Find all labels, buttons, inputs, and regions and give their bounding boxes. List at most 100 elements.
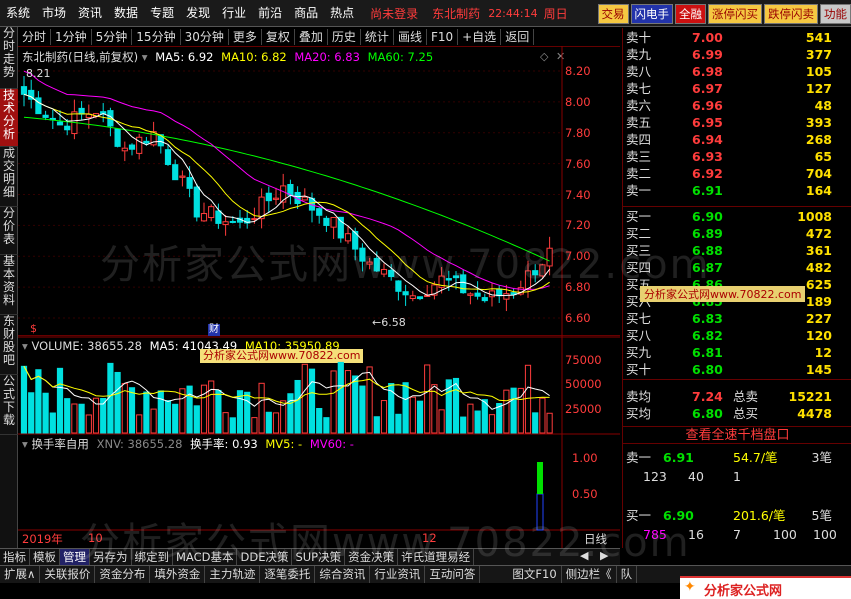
order-qty: 16 bbox=[688, 527, 704, 542]
dividend-marker[interactable]: $ bbox=[30, 322, 37, 335]
level-volume: 625 bbox=[805, 277, 832, 292]
status-expand[interactable]: 扩展∧ bbox=[0, 566, 41, 583]
sell-row[interactable]: 卖三 6.93 65 bbox=[623, 148, 851, 165]
period-label[interactable]: 日线 bbox=[584, 531, 607, 547]
status-industry-news[interactable]: 行业资讯 bbox=[370, 566, 426, 583]
level-label: 卖八 bbox=[626, 64, 652, 79]
buy-row[interactable]: 买九 6.81 12 bbox=[623, 344, 851, 361]
buy1-detail-row[interactable]: 买一 6.90 201.6/笔 5笔 bbox=[623, 507, 851, 524]
tab-template[interactable]: 模板 bbox=[30, 549, 60, 565]
sell-row[interactable]: 卖十 7.00 541 bbox=[623, 29, 851, 46]
volume-bar bbox=[215, 389, 222, 434]
status-foreign-fund[interactable]: 填外资金 bbox=[150, 566, 206, 583]
sell-row[interactable]: 卖六 6.96 48 bbox=[623, 97, 851, 114]
candle bbox=[546, 247, 553, 267]
volume-bar bbox=[244, 391, 251, 434]
status-news[interactable]: 综合资讯 bbox=[315, 566, 371, 583]
level-price: 6.93 bbox=[692, 149, 723, 164]
turnover-bar-fill bbox=[537, 462, 543, 494]
order-qty: 7 bbox=[733, 527, 741, 542]
tab-xu[interactable]: 许氏道理易经 bbox=[398, 549, 475, 565]
query-full-depth-button[interactable]: 查看全速千档盘口 bbox=[623, 426, 851, 444]
buy-row[interactable]: 买三 6.88 361 bbox=[623, 242, 851, 259]
tab-fund[interactable]: 资金决策 bbox=[345, 549, 399, 565]
buy-row[interactable]: 买四 6.87 482 bbox=[623, 259, 851, 276]
level-price: 6.90 bbox=[692, 209, 723, 224]
status-f10[interactable]: 图文F10 bbox=[508, 566, 562, 583]
volume-bar bbox=[179, 388, 186, 434]
status-qa[interactable]: 互动问答 bbox=[425, 566, 481, 583]
volume-bar bbox=[64, 398, 71, 434]
status-queue[interactable]: 队 bbox=[617, 566, 638, 583]
tab-dde[interactable]: DDE决策 bbox=[237, 549, 293, 565]
buy-row[interactable]: 买五 6.86 625 bbox=[623, 276, 851, 293]
sell-row[interactable]: 卖一 6.91 164 bbox=[623, 182, 851, 199]
buy1-orders: 785 16 7 100 100 bbox=[623, 526, 851, 543]
candle bbox=[532, 270, 539, 276]
level-price: 6.87 bbox=[692, 260, 723, 275]
tab-manage[interactable]: 管理 bbox=[60, 549, 90, 565]
total-value: 15221 bbox=[788, 389, 833, 404]
detail-vol: 201.6/笔 bbox=[733, 508, 786, 523]
buy-row[interactable]: 买十 6.80 145 bbox=[623, 361, 851, 378]
month-label-10: 10 bbox=[88, 531, 103, 545]
volume-bar bbox=[416, 400, 424, 434]
tab-macd[interactable]: MACD基本 bbox=[173, 549, 238, 565]
status-sidebar[interactable]: 侧边栏《 bbox=[562, 566, 617, 583]
level-price: 6.85 bbox=[692, 294, 723, 309]
volume-bar bbox=[301, 363, 308, 434]
volume-bar bbox=[344, 370, 352, 434]
volume-bar bbox=[481, 399, 488, 434]
candle bbox=[452, 275, 460, 279]
volume-bar bbox=[251, 417, 258, 434]
sell-row[interactable]: 卖二 6.92 704 bbox=[623, 165, 851, 182]
candle bbox=[186, 177, 193, 189]
candle bbox=[215, 210, 222, 224]
candle bbox=[208, 206, 215, 219]
volume-bar bbox=[56, 367, 64, 434]
buy-row[interactable]: 买六 6.85 189 bbox=[623, 293, 851, 310]
level-label: 卖一 bbox=[626, 183, 652, 198]
buy-row[interactable]: 买八 6.82 120 bbox=[623, 327, 851, 344]
status-order-detail[interactable]: 逐笔委托 bbox=[260, 566, 316, 583]
site-logo: 分析家公式网 www.70822.com ✦ bbox=[680, 576, 851, 599]
sell1-detail-row[interactable]: 卖一 6.91 54.7/笔 3笔 bbox=[623, 449, 851, 466]
sell-row[interactable]: 卖四 6.94 268 bbox=[623, 131, 851, 148]
avg-price: 6.80 bbox=[692, 406, 723, 421]
level-volume: 377 bbox=[805, 47, 832, 62]
finance-marker[interactable]: 财 bbox=[208, 324, 220, 336]
tab-indicator[interactable]: 指标 bbox=[0, 549, 30, 565]
avg-avg_buy-row: 买均 6.80 总买 4478 bbox=[623, 405, 851, 422]
tab-bind[interactable]: 绑定到 bbox=[132, 549, 173, 565]
candle bbox=[539, 264, 546, 277]
volume-bar bbox=[28, 392, 35, 434]
volume-bar bbox=[503, 389, 510, 434]
level-label: 买八 bbox=[626, 328, 652, 343]
sell-row[interactable]: 卖五 6.95 393 bbox=[623, 114, 851, 131]
status-main-track[interactable]: 主力轨迹 bbox=[205, 566, 261, 583]
scroll-right-icon[interactable]: ▶ bbox=[600, 549, 608, 562]
candle bbox=[121, 147, 128, 152]
candle bbox=[524, 270, 532, 290]
level-price: 6.89 bbox=[692, 226, 723, 241]
buy-row[interactable]: 买七 6.83 227 bbox=[623, 310, 851, 327]
tab-sup[interactable]: SUP决策 bbox=[292, 549, 346, 565]
buy-row[interactable]: 买一 6.90 1008 bbox=[623, 208, 851, 225]
level-label: 买七 bbox=[626, 311, 652, 326]
volume-bar bbox=[272, 412, 280, 434]
orderbook-panel: 卖十 7.00 541 卖九 6.99 377 卖八 6.98 105 卖七 6.97 127 卖六 6.… bbox=[622, 28, 851, 548]
status-fund-dist[interactable]: 资金分布 bbox=[95, 566, 151, 583]
candle bbox=[56, 121, 64, 126]
volume-bar bbox=[546, 412, 553, 434]
tab-save-as[interactable]: 另存为 bbox=[90, 549, 132, 565]
sell-row[interactable]: 卖七 6.97 127 bbox=[623, 80, 851, 97]
sell-row[interactable]: 卖八 6.98 105 bbox=[623, 63, 851, 80]
sell-row[interactable]: 卖九 6.99 377 bbox=[623, 46, 851, 63]
price-tick: 6.60 bbox=[565, 311, 591, 325]
scroll-left-icon[interactable]: ◀ bbox=[580, 549, 588, 562]
buy-row[interactable]: 买二 6.89 472 bbox=[623, 225, 851, 242]
status-related-quote[interactable]: 关联报价 bbox=[40, 566, 96, 583]
volume-bar bbox=[71, 403, 78, 434]
volume-bar bbox=[42, 392, 49, 434]
order-qty: 100 bbox=[813, 527, 837, 542]
